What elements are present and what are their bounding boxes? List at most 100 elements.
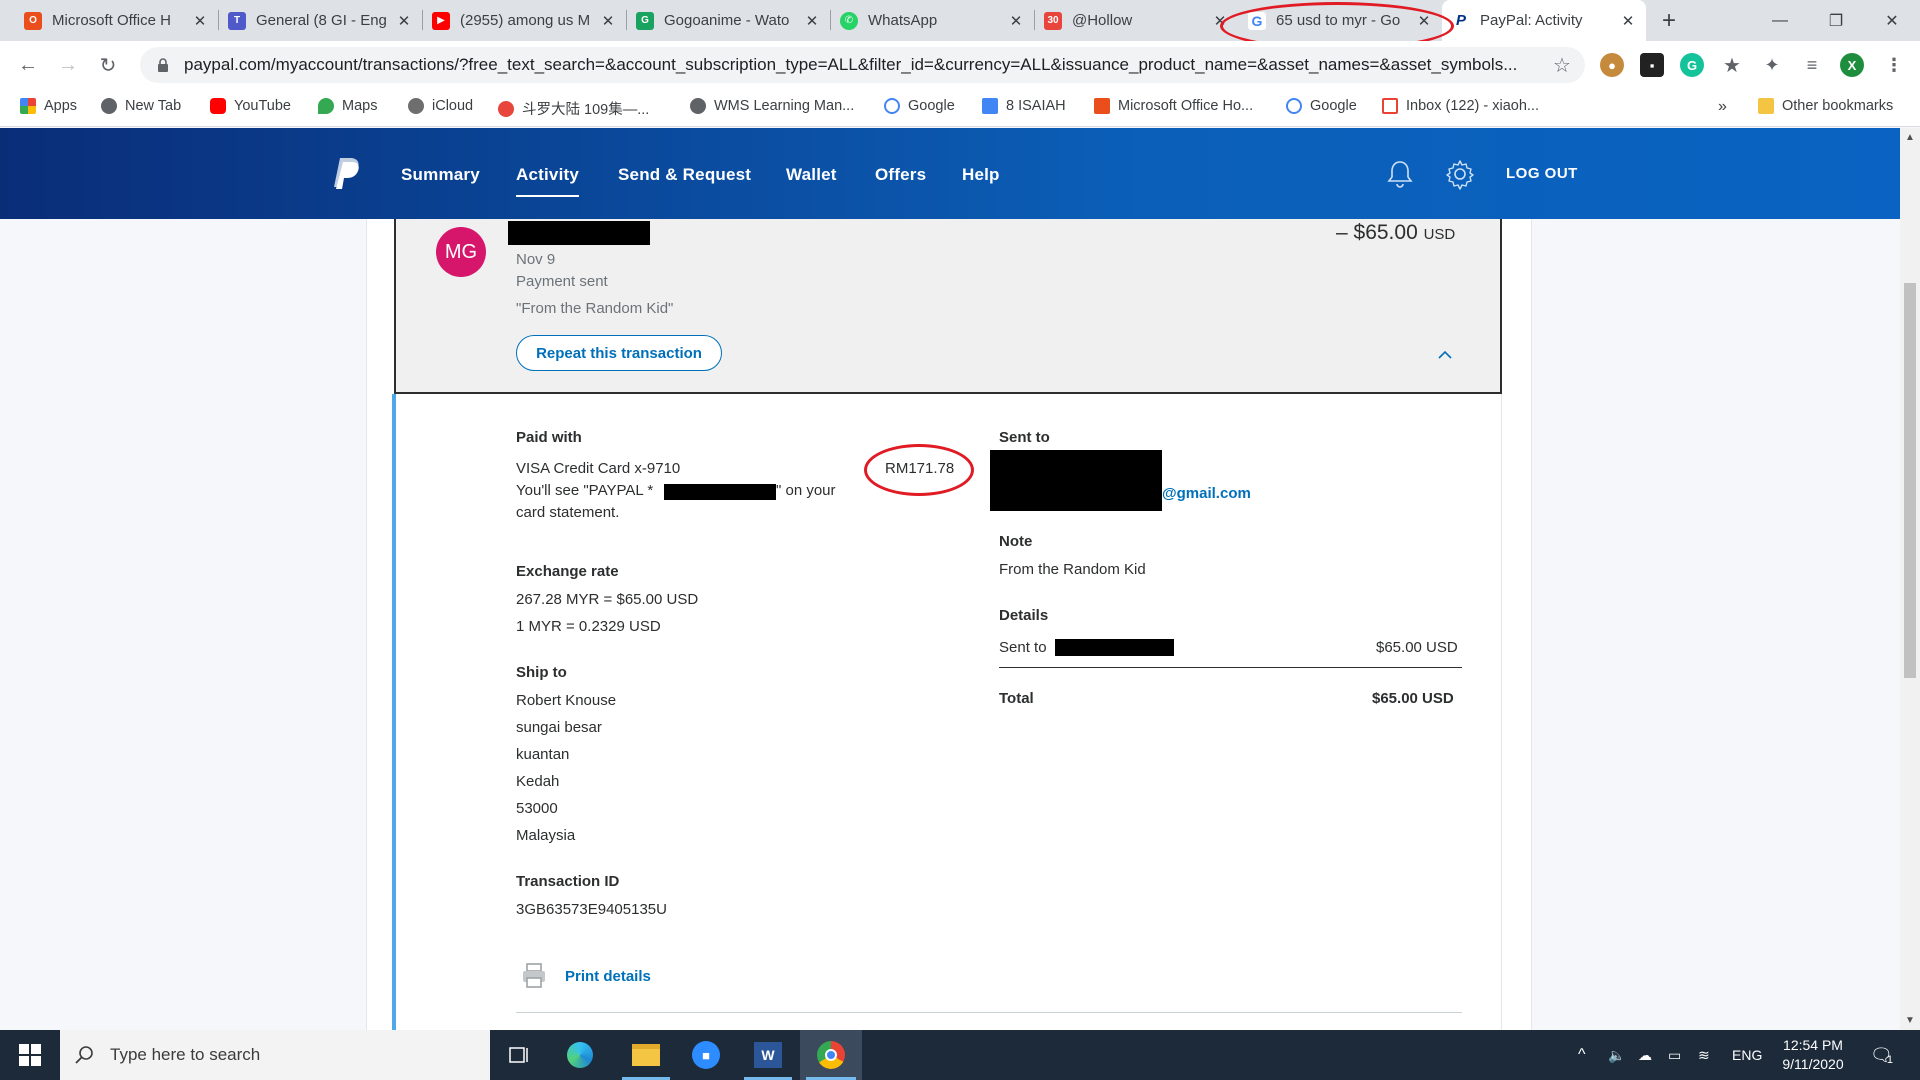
bookmark-apps[interactable]: Apps: [20, 98, 77, 114]
window-close-button[interactable]: ✕: [1864, 0, 1920, 41]
details-amount: $65.00 USD: [1376, 639, 1458, 656]
task-view-button[interactable]: [490, 1030, 550, 1080]
bookmark-maps[interactable]: Maps: [318, 98, 377, 114]
tab-microsoft-office[interactable]: O Microsoft Office H ✕: [14, 0, 218, 41]
tab-title: Microsoft Office H: [52, 12, 171, 29]
statement-text-prefix: You'll see "PAYPAL *: [516, 482, 654, 499]
battery-icon[interactable]: ▭: [1668, 1030, 1681, 1080]
bookmark-new-tab[interactable]: New Tab: [101, 98, 181, 114]
ship-to-label: Ship to: [516, 664, 567, 681]
bell-icon[interactable]: [1384, 158, 1416, 190]
new-tab-button[interactable]: +: [1655, 0, 1683, 41]
scrollbar-thumb[interactable]: [1904, 283, 1916, 678]
maps-pin-icon: [318, 98, 334, 114]
tray-overflow-chevron[interactable]: ^: [1578, 1030, 1586, 1080]
printer-icon[interactable]: [520, 962, 548, 990]
close-icon[interactable]: ✕: [804, 12, 820, 30]
bookmark-google-2[interactable]: Google: [1286, 98, 1357, 114]
profile-avatar[interactable]: X: [1840, 53, 1864, 77]
page-scrollbar[interactable]: ▲ ▼: [1900, 128, 1920, 1030]
nav-activity[interactable]: Activity: [516, 165, 580, 197]
onedrive-cloud-icon[interactable]: ☁: [1638, 1030, 1652, 1080]
extension-icon[interactable]: ▪: [1640, 53, 1664, 77]
bookmark-microsoft-office[interactable]: Microsoft Office Ho...: [1094, 98, 1253, 114]
windows-start-button[interactable]: [0, 1030, 60, 1080]
search-icon: [75, 1046, 93, 1064]
grammarly-icon[interactable]: G: [1680, 53, 1704, 77]
taskbar-edge[interactable]: [550, 1030, 610, 1080]
close-icon[interactable]: ✕: [1620, 12, 1636, 30]
nav-offers[interactable]: Offers: [875, 165, 926, 185]
nav-summary[interactable]: Summary: [401, 165, 480, 185]
transaction-date: Nov 9: [516, 251, 556, 268]
notification-center-button[interactable]: 🗨 1: [1870, 1030, 1893, 1080]
menu-kebab-icon[interactable]: ⋮: [1882, 53, 1906, 77]
chrome-icon: [817, 1041, 845, 1069]
paypal-logo[interactable]: [332, 156, 362, 192]
media-control-icon[interactable]: ≡: [1800, 53, 1824, 77]
language-indicator[interactable]: ENG: [1732, 1030, 1762, 1080]
cookie-extension-icon[interactable]: ●: [1600, 53, 1624, 77]
search-placeholder: Type here to search: [110, 1045, 261, 1064]
reload-button[interactable]: ↻: [92, 49, 124, 81]
back-button[interactable]: ←: [12, 49, 44, 81]
scroll-down-arrow[interactable]: ▼: [1905, 1015, 1915, 1026]
bookmark-google[interactable]: Google: [884, 98, 955, 114]
nav-wallet[interactable]: Wallet: [786, 165, 837, 185]
details-label: Details: [999, 607, 1049, 624]
transaction-id-label: Transaction ID: [516, 873, 620, 890]
tab-youtube-among-us[interactable]: ▶ (2955) among us M ✕: [422, 0, 626, 41]
close-icon[interactable]: ✕: [1008, 12, 1024, 30]
minimize-button[interactable]: —: [1752, 0, 1808, 41]
forward-button[interactable]: →: [52, 49, 84, 81]
print-details-link[interactable]: Print details: [565, 968, 651, 985]
google-icon: [884, 98, 900, 114]
bookmark-other-bookmarks[interactable]: Other bookmarks: [1758, 98, 1893, 114]
taskbar-file-explorer[interactable]: [616, 1030, 676, 1080]
taskbar-chrome[interactable]: [800, 1030, 862, 1080]
tab-title: @Hollow: [1072, 12, 1133, 29]
nav-send-request[interactable]: Send & Request: [618, 165, 751, 185]
taskbar-zoom[interactable]: ■: [676, 1030, 736, 1080]
tab-teams-general[interactable]: T General (8 GI - Eng ✕: [218, 0, 422, 41]
scroll-up-arrow[interactable]: ▲: [1905, 132, 1915, 143]
annotation-circle: [864, 444, 974, 496]
folder-icon: [1758, 98, 1774, 114]
paid-with-label: Paid with: [516, 429, 582, 446]
recipient-email[interactable]: @gmail.com: [1162, 485, 1251, 502]
amount-currency: USD: [1423, 226, 1456, 243]
repeat-transaction-button[interactable]: Repeat this transaction: [516, 335, 722, 371]
star-extension-icon[interactable]: ★: [1720, 53, 1744, 77]
chevron-up-icon[interactable]: [1437, 348, 1453, 360]
bookmark-star-icon[interactable]: ☆: [1546, 49, 1578, 81]
tab-hollow-calendar[interactable]: 30 @Hollow ✕: [1034, 0, 1238, 41]
close-icon[interactable]: ✕: [396, 12, 412, 30]
bookmark-8-isaiah[interactable]: 8 ISAIAH: [982, 98, 1066, 114]
bookmarks-overflow-chevron[interactable]: »: [1718, 98, 1727, 116]
bookmark-wms-learning[interactable]: WMS Learning Man...: [690, 98, 854, 114]
close-icon[interactable]: ✕: [192, 12, 208, 30]
puzzle-icon[interactable]: ✦: [1760, 53, 1784, 77]
volume-icon[interactable]: 🔈: [1608, 1030, 1625, 1080]
tab-paypal-activity[interactable]: P PayPal: Activity ✕: [1442, 0, 1646, 41]
tab-whatsapp[interactable]: ✆ WhatsApp ✕: [830, 0, 1034, 41]
sent-to-label: Sent to: [999, 429, 1050, 446]
address-bar[interactable]: paypal.com/myaccount/transactions/?free_…: [140, 47, 1585, 83]
tab-title: PayPal: Activity: [1480, 12, 1583, 29]
close-icon[interactable]: ✕: [600, 12, 616, 30]
tab-gogoanime[interactable]: G Gogoanime - Wato ✕: [626, 0, 830, 41]
bookmark-douluo[interactable]: 斗罗大陆 109集—...: [498, 98, 649, 119]
wifi-icon[interactable]: ≋: [1698, 1030, 1710, 1080]
nav-help[interactable]: Help: [962, 165, 1000, 185]
gear-icon[interactable]: [1444, 158, 1476, 190]
avatar: MG: [436, 227, 486, 277]
bookmark-gmail-inbox[interactable]: Inbox (122) - xiaoh...: [1382, 98, 1539, 114]
taskbar-search-box[interactable]: Type here to search: [60, 1030, 490, 1080]
bookmark-icloud[interactable]: iCloud: [408, 98, 473, 114]
taskbar-clock[interactable]: 12:54 PM 9/11/2020: [1768, 1036, 1858, 1074]
logout-link[interactable]: LOG OUT: [1506, 165, 1578, 182]
restore-button[interactable]: ❐: [1808, 0, 1864, 41]
transaction-amount: – $65.00 USD: [1336, 221, 1455, 245]
taskbar-word[interactable]: W: [738, 1030, 798, 1080]
bookmark-youtube[interactable]: YouTube: [210, 98, 291, 114]
